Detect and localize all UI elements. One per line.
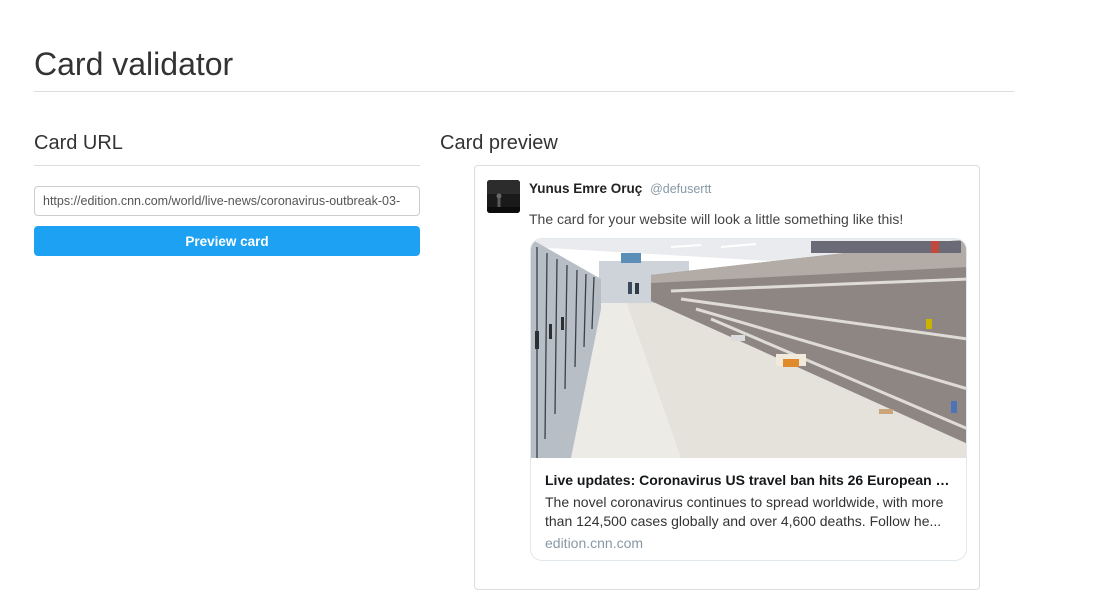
tweet-preview: Yunus Emre Oruç @defusertt The card for …: [474, 165, 980, 590]
card-title: Live updates: Coronavirus US travel ban …: [545, 472, 950, 488]
page-title: Card validator: [34, 46, 234, 82]
user-name[interactable]: Yunus Emre Oruç: [529, 181, 642, 196]
card-url-heading: Card URL: [34, 132, 123, 154]
card-body: Live updates: Coronavirus US travel ban …: [545, 471, 950, 552]
card-url-divider: [34, 165, 420, 166]
tweet-header: Yunus Emre Oruç @defusertt: [529, 181, 711, 196]
avatar-image: [487, 180, 520, 213]
card-description: The novel coronavirus continues to sprea…: [545, 494, 944, 529]
store-aisle-photo: [531, 239, 966, 458]
title-divider: [34, 91, 1014, 92]
card-domain: edition.cnn.com: [545, 535, 644, 551]
avatar: [487, 180, 520, 213]
user-handle[interactable]: @defusertt: [650, 182, 711, 196]
link-card[interactable]: Live updates: Coronavirus US travel ban …: [530, 238, 967, 561]
card-url-panel: Card URL Preview card: [34, 130, 420, 256]
card-preview-panel: Card preview: [440, 130, 558, 156]
tweet-text: The card for your website will look a li…: [529, 211, 904, 227]
preview-card-button[interactable]: Preview card: [34, 226, 420, 256]
card-url-input[interactable]: [34, 186, 420, 216]
card-preview-heading: Card preview: [440, 132, 558, 154]
